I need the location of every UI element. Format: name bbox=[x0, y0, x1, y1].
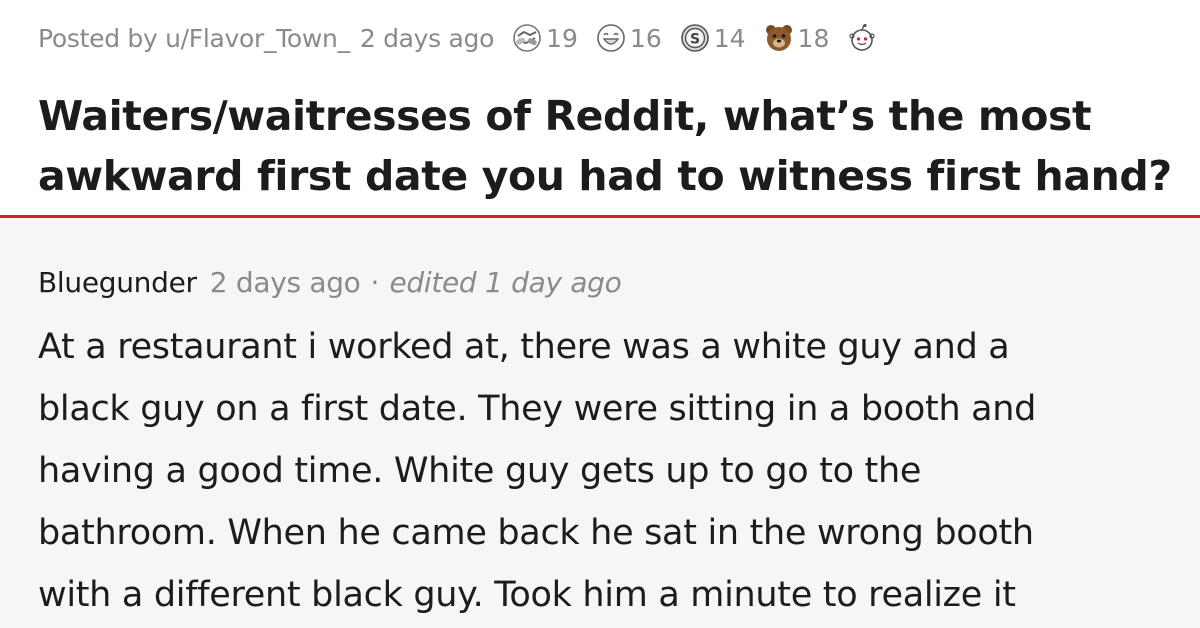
bear-face-award-icon bbox=[765, 25, 792, 51]
comment-author-link[interactable]: Bluegunder bbox=[38, 266, 197, 299]
comment-line: At a restaurant i worked at, there was a… bbox=[38, 327, 1010, 367]
comment-line: bathroom. When he came back he sat in th… bbox=[38, 513, 1034, 553]
award-laughing[interactable]: 16 bbox=[596, 23, 662, 53]
meta-separator: · bbox=[370, 265, 380, 299]
comment-meta: Bluegunder 2 days ago · edited 1 day ago bbox=[38, 262, 622, 302]
post-title[interactable]: Waiters/waitresses of Reddit, what’s the… bbox=[38, 86, 1178, 206]
comment-time: 2 days ago bbox=[209, 265, 361, 299]
comment-edited-note: edited 1 day ago bbox=[389, 265, 622, 299]
handshake-award-icon bbox=[513, 24, 541, 52]
post-title-line: Waiters/waitresses of Reddit, what’s the… bbox=[38, 92, 1092, 140]
award-handshake[interactable]: 19 bbox=[512, 23, 578, 53]
post-time: 2 days ago bbox=[359, 23, 495, 53]
add-award-icon bbox=[849, 23, 875, 51]
svg-text:S: S bbox=[690, 32, 700, 48]
post-meta: Posted by u/Flavor_Town_ 2 days ago 19 1… bbox=[38, 18, 877, 58]
award-silver[interactable]: S 14 bbox=[680, 23, 746, 53]
comment-line: with a different black guy. Took him a m… bbox=[38, 575, 1016, 615]
laughing-face-award-icon bbox=[597, 24, 625, 52]
comment-body: At a restaurant i worked at, there was a… bbox=[38, 316, 1188, 626]
award-count: 16 bbox=[629, 23, 662, 53]
posted-by-user-link[interactable]: Posted by u/Flavor_Town_ bbox=[38, 24, 350, 53]
comment-line: having a good time. White guy gets up to… bbox=[38, 451, 922, 491]
post-header: Posted by u/Flavor_Town_ 2 days ago 19 1… bbox=[0, 0, 1200, 216]
give-award-button[interactable] bbox=[847, 23, 877, 53]
award-bear[interactable]: 18 bbox=[764, 23, 830, 53]
award-count: 18 bbox=[797, 23, 830, 53]
silver-coin-award-icon: S bbox=[680, 24, 709, 52]
post-title-line: awkward first date you had to witness fi… bbox=[38, 152, 1172, 200]
award-count: 14 bbox=[713, 23, 746, 53]
award-count: 19 bbox=[546, 23, 578, 53]
comment-line: black guy on a first date. They were sit… bbox=[38, 389, 1037, 429]
comment: Bluegunder 2 days ago · edited 1 day ago… bbox=[0, 218, 1200, 628]
